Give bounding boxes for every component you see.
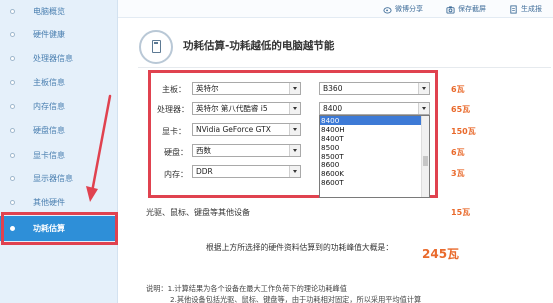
sidebar-item-label: 电脑概览 bbox=[33, 6, 65, 16]
disk-watt: 6瓦 bbox=[451, 148, 465, 157]
dropdown-option[interactable]: 8500 bbox=[320, 143, 429, 152]
toolbar: 微博分享 保存截屏 生成报 bbox=[118, 0, 553, 18]
select-value: DDR bbox=[196, 167, 213, 176]
dropdown-option[interactable]: 8600 bbox=[320, 160, 429, 170]
chevron-down-icon bbox=[418, 103, 429, 114]
save-screenshot-label: 保存截屏 bbox=[458, 5, 486, 13]
bullet-icon bbox=[10, 31, 15, 37]
dropdown-scrollbar[interactable] bbox=[421, 116, 429, 197]
select-value: 西数 bbox=[196, 146, 211, 155]
sidebar-item-label: 处理器信息 bbox=[33, 53, 73, 63]
camera-icon bbox=[446, 5, 455, 14]
dropdown-option[interactable]: 8600K bbox=[320, 169, 429, 178]
page-title: 功耗估算-功耗越低的电脑越节能 bbox=[183, 40, 335, 52]
dropdown-option[interactable]: 8400T bbox=[320, 134, 429, 143]
sidebar-item-label: 显卡信息 bbox=[33, 150, 65, 160]
calculator-icon bbox=[139, 30, 173, 64]
generate-report-button[interactable]: 生成报 bbox=[509, 3, 542, 15]
select-value: 英特尔 bbox=[196, 84, 219, 93]
cpu-model-select[interactable]: 8400 bbox=[319, 102, 430, 115]
select-value: 英特尔 第八代酷睿 i5 bbox=[196, 104, 268, 113]
gpu-watt: 150瓦 bbox=[451, 127, 476, 136]
report-icon bbox=[510, 4, 517, 14]
chevron-down-icon bbox=[289, 145, 300, 156]
select-value: 8400 bbox=[323, 104, 343, 113]
chevron-down-icon bbox=[289, 124, 300, 135]
cpu-watt: 65瓦 bbox=[451, 105, 471, 114]
cpu-model-dropdown-list[interactable]: 8400 8400H 8400T 8500 8500T 8600 8600K 8… bbox=[319, 115, 430, 198]
bullet-icon bbox=[10, 103, 15, 109]
bullet-icon bbox=[10, 79, 15, 85]
select-value: B360 bbox=[323, 84, 343, 93]
gpu-label: 显卡： bbox=[162, 127, 186, 136]
motherboard-model-select[interactable]: B360 bbox=[319, 82, 430, 95]
annotation-arrow-icon bbox=[86, 94, 112, 202]
chevron-down-icon bbox=[289, 103, 300, 114]
sidebar-item-motherboard[interactable]: 主板信息 bbox=[0, 71, 118, 93]
sidebar-item-label: 主板信息 bbox=[33, 77, 65, 87]
sidebar-item-label: 硬件健康 bbox=[33, 29, 65, 39]
generate-report-label: 生成报 bbox=[521, 5, 542, 13]
dropdown-option[interactable]: 8600T bbox=[320, 178, 429, 187]
memory-label: 内存： bbox=[164, 170, 188, 179]
memory-brand-select[interactable]: DDR bbox=[192, 165, 301, 178]
sidebar-item-cpu[interactable]: 处理器信息 bbox=[0, 47, 118, 69]
sidebar-item-label: 内存信息 bbox=[33, 101, 65, 111]
weibo-icon bbox=[383, 6, 392, 14]
chevron-down-icon bbox=[289, 83, 300, 94]
motherboard-brand-select[interactable]: 英特尔 bbox=[192, 82, 301, 95]
sidebar-item-hardware-health[interactable]: 硬件健康 bbox=[0, 23, 118, 45]
highlight-box bbox=[1, 212, 118, 245]
total-power-value: 245瓦 bbox=[422, 247, 460, 261]
note-line-1: 说明：1.计算结果为各个设备在最大工作负荷下的理论功耗峰值 bbox=[146, 284, 347, 293]
weibo-share-button[interactable]: 微博分享 bbox=[383, 3, 423, 15]
disk-brand-select[interactable]: 西数 bbox=[192, 144, 301, 157]
divider bbox=[138, 67, 551, 68]
scrollbar-thumb[interactable] bbox=[423, 156, 428, 166]
cpu-label: 处理器： bbox=[157, 105, 189, 114]
chevron-down-icon bbox=[289, 166, 300, 177]
bullet-icon bbox=[10, 55, 15, 61]
bullet-icon bbox=[10, 199, 15, 205]
chevron-down-icon bbox=[418, 83, 429, 94]
sidebar-item-overview[interactable]: 电脑概览 bbox=[0, 0, 118, 22]
misc-devices-label: 光驱、鼠标、键盘等其他设备 bbox=[146, 208, 250, 217]
sidebar-item-label: 其他硬件 bbox=[33, 197, 65, 207]
motherboard-label: 主板： bbox=[162, 85, 186, 94]
sidebar-item-label: 显示器信息 bbox=[33, 173, 73, 183]
note-line-2: 2.其他设备包括光驱、鼠标、键盘等，由于功耗相对固定，所以采用平均值计算 bbox=[170, 295, 422, 303]
sidebar-item-label: 硬盘信息 bbox=[33, 125, 65, 135]
dropdown-option[interactable]: 8500T bbox=[320, 152, 429, 161]
bullet-icon bbox=[10, 8, 15, 14]
bullet-icon bbox=[10, 127, 15, 133]
weibo-share-label: 微博分享 bbox=[395, 5, 423, 13]
total-power-text: 根据上方所选择的硬件资料估算到的功耗峰值大概是： bbox=[206, 243, 394, 252]
dropdown-option[interactable]: 8400 bbox=[320, 116, 429, 125]
disk-label: 硬盘： bbox=[164, 148, 188, 157]
misc-devices-watt: 15瓦 bbox=[451, 208, 471, 217]
gpu-brand-select[interactable]: NVidia GeForce GTX bbox=[192, 123, 301, 136]
save-screenshot-button[interactable]: 保存截屏 bbox=[446, 3, 486, 15]
motherboard-watt: 6瓦 bbox=[451, 85, 465, 94]
memory-watt: 3瓦 bbox=[451, 169, 465, 178]
cpu-brand-select[interactable]: 英特尔 第八代酷睿 i5 bbox=[192, 102, 301, 115]
select-value: NVidia GeForce GTX bbox=[196, 125, 271, 134]
bullet-icon bbox=[10, 175, 15, 181]
dropdown-option[interactable]: 8400H bbox=[320, 125, 429, 134]
bullet-icon bbox=[10, 152, 15, 158]
